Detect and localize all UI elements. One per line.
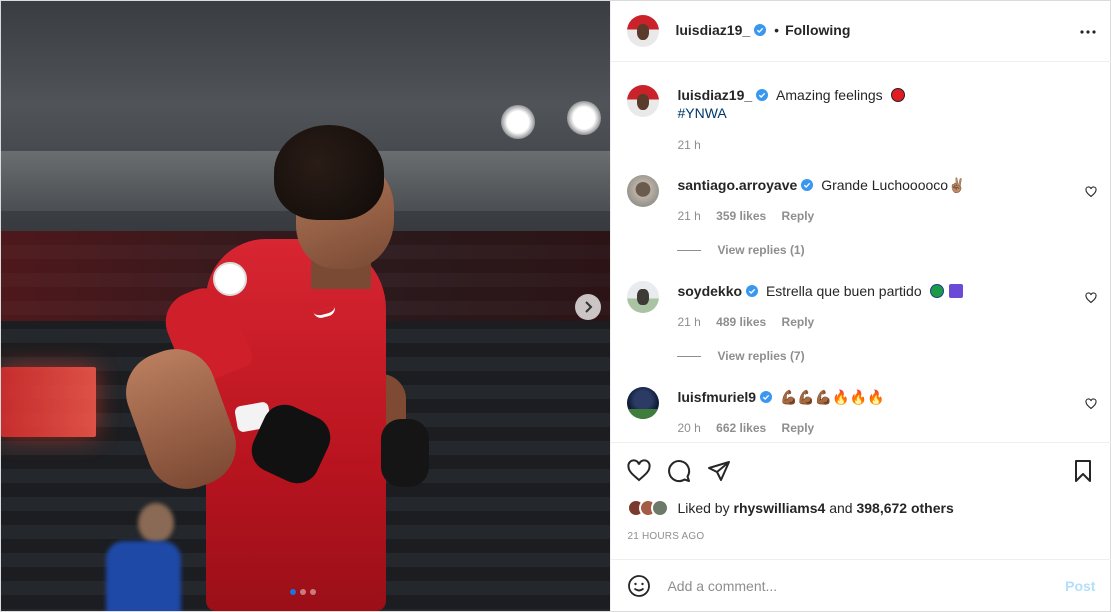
view-replies-button[interactable]: View replies (1) [677,243,805,257]
reply-button[interactable]: Reply [782,421,815,435]
hashtag-link[interactable]: #YNWA [677,105,726,121]
liker-avatar[interactable] [651,499,670,517]
comment-likes[interactable]: 662 likes [716,421,766,435]
comment-text: 💪🏾💪🏾💪🏾🔥🔥🔥 [779,389,885,405]
led-board [1,367,96,437]
carousel-next-button[interactable] [575,294,601,320]
comment-time[interactable]: 21 h [677,315,700,329]
more-options-icon[interactable] [1079,23,1097,41]
comment-text: Grande Luchooooco✌🏽 [821,177,966,193]
commenter-avatar[interactable] [627,175,660,207]
comment-item: soydekko Estrella que buen partido 21 h … [627,281,1098,371]
comment-username[interactable]: santiago.arroyave [677,177,797,193]
comment-meta: 21 h 359 likes Reply [677,209,826,223]
author-avatar[interactable] [627,85,660,117]
reply-button[interactable]: Reply [782,209,815,223]
carousel-dot [300,589,306,595]
comments-list[interactable]: luisdiaz19_ Amazing feelings #YNWA 21 h … [611,62,1111,442]
share-icon[interactable] [707,459,731,483]
reply-button[interactable]: Reply [782,315,815,329]
liked-by: Liked by rhyswilliams4 and 398,672 other… [627,497,954,519]
chevron-right-icon [585,301,593,313]
post-actions: Liked by rhyswilliams4 and 398,672 other… [611,442,1111,560]
floodlight [567,101,601,135]
like-comment-heart-icon[interactable] [1085,398,1098,410]
side-panel: luisdiaz19_ • Following luisdiaz19_ Amaz… [610,1,1111,611]
comment-time[interactable]: 21 h [677,209,700,223]
caption: luisdiaz19_ Amazing feelings #YNWA 21 h [627,85,1097,155]
liker-username[interactable]: rhyswilliams4 [734,500,826,516]
red-circle-emoji [890,88,905,102]
carousel-dot-active [290,589,296,595]
verified-icon [756,89,769,101]
comment-item: luisfmuriel9 💪🏾💪🏾💪🏾🔥🔥🔥 20 h 662 likes Re… [627,387,1098,442]
author-avatar[interactable] [627,15,660,47]
view-replies-label[interactable]: View replies (7) [717,349,804,363]
heart-icon[interactable] [627,459,652,483]
verified-icon [760,391,773,403]
commenter-avatar[interactable] [627,281,660,313]
follow-button[interactable]: Following [785,22,850,38]
view-replies-label[interactable]: View replies (1) [717,243,804,257]
replies-divider [677,249,702,251]
pedestrian-emoji [949,284,964,298]
post-header: luisdiaz19_ • Following [611,1,1111,62]
comment-meta: 20 h 662 likes Reply [677,421,826,435]
post-comment-button[interactable]: Post [1065,578,1095,594]
commenter-avatar[interactable] [627,387,660,419]
emoji-icon[interactable] [627,574,651,598]
replies-divider [677,355,702,357]
verified-icon [754,24,767,36]
comment-icon[interactable] [667,459,691,483]
like-comment-heart-icon[interactable] [1085,186,1098,198]
caption-username[interactable]: luisdiaz19_ [677,87,752,103]
view-replies-button[interactable]: View replies (7) [677,349,805,363]
comment-username[interactable]: soydekko [677,283,742,299]
author-username[interactable]: luisdiaz19_ [675,22,750,38]
like-comment-heart-icon[interactable] [1085,292,1098,304]
separator-dot: • [774,22,780,38]
add-comment-bar: Post [611,559,1111,611]
carousel-indicator [290,589,316,595]
post-photo[interactable] [1,1,611,611]
post-timestamp[interactable]: 21 HOURS AGO [627,531,704,542]
caption-meta: 21 h [677,138,712,152]
bookmark-icon[interactable] [1071,459,1095,483]
comment-likes[interactable]: 359 likes [716,209,766,223]
comment-text: Estrella que buen partido [765,283,922,299]
verified-icon [746,285,759,297]
carousel-dot [310,589,316,595]
liker-avatars [627,499,670,517]
globe-emoji [929,284,944,298]
verified-icon [801,179,814,191]
likes-count[interactable]: 398,672 others [856,500,953,516]
liked-by-connector: and [829,500,853,516]
liked-by-prefix: Liked by [677,500,730,516]
player-figure [114,119,436,611]
comment-likes[interactable]: 489 likes [716,315,766,329]
comment-item: santiago.arroyave Grande Luchooooco✌🏽 21… [627,175,1098,265]
caption-text: Amazing feelings [776,87,883,103]
comment-input[interactable] [667,577,1058,594]
comment-username[interactable]: luisfmuriel9 [677,389,756,405]
comment-meta: 21 h 489 likes Reply [677,315,826,329]
floodlight [501,105,535,139]
caption-time[interactable]: 21 h [677,138,700,152]
comment-time[interactable]: 20 h [677,421,700,435]
post-modal: luisdiaz19_ • Following luisdiaz19_ Amaz… [0,0,1111,612]
